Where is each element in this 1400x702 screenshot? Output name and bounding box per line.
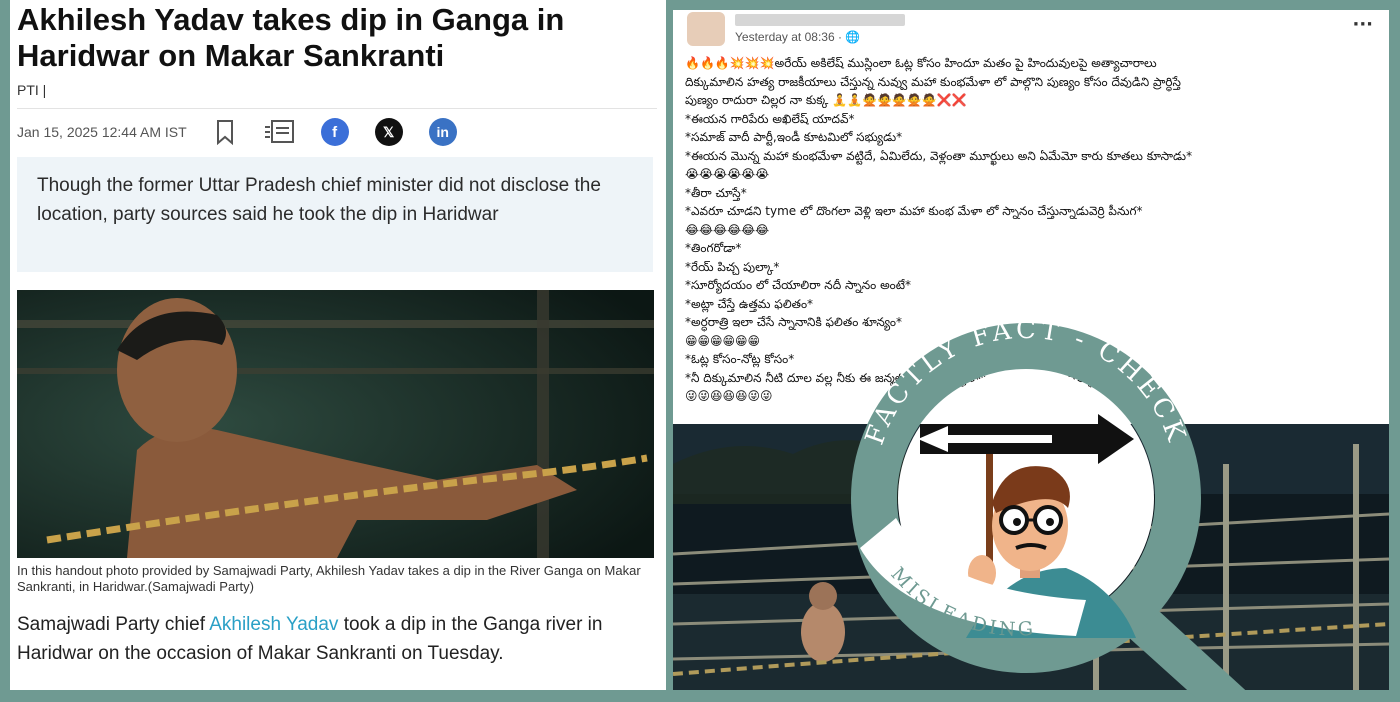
globe-icon: 🌐: [845, 30, 861, 44]
post-line: *రేయ్ పిచ్చ పుల్కా*: [685, 259, 780, 274]
post-line: *ఎవరూ చూడని tyme లో దొంగలా వెళ్లి ఇలా మహ…: [685, 204, 1143, 218]
photo-caption: In this handout photo provided by Samajw…: [17, 563, 641, 594]
post-timestamp[interactable]: Yesterday at 08:36 · 🌐: [735, 30, 860, 44]
post-line: *ఈయన మొన్న మహా కుంభమేళా వట్టిదే, ఏమిలేదు…: [685, 148, 1193, 163]
article-body: Samajwadi Party chief Akhilesh Yadav too…: [17, 610, 657, 668]
post-line: 🔥🔥🔥💥💥💥అరేయ్ అకిలేష్ ముస్లింలా ఓట్ల కోసం …: [685, 56, 1157, 70]
article-meta-bar: Jan 15, 2025 12:44 AM IST f 𝕏 in: [17, 118, 657, 146]
body-text: Samajwadi Party chief: [17, 614, 210, 635]
post-line: దిక్కుమాలిన హత్య రాజకీయాలు చేస్తున్న నువ…: [685, 74, 1181, 89]
article-photo: [17, 290, 654, 558]
post-line: *అట్లా చేస్తే ఉత్తమ ఫలితం*: [685, 296, 814, 311]
copy-icon[interactable]: [263, 119, 295, 145]
blurred-author-name: [735, 14, 905, 26]
post-line: *సమాజ్ వాదీ పార్టీ,ఇండీ కూటమిలో సభ్యుడు*: [685, 130, 903, 144]
more-options-button[interactable]: ···: [1352, 14, 1373, 35]
post-line: *తీరా చూస్తే*: [685, 185, 747, 200]
article-summary: Though the former Uttar Pradesh chief mi…: [17, 157, 653, 272]
person-link[interactable]: Akhilesh Yadav: [209, 614, 338, 635]
article-byline: PTI |: [17, 82, 47, 98]
divider: [17, 108, 657, 109]
post-line: *ఈయన గారిపేరు అఖిలేష్ యాదవ్*: [685, 111, 855, 126]
article-date: Jan 15, 2025 12:44 AM IST: [17, 124, 187, 140]
post-line: పుణ్యం రాదురా చిల్లర నా కుక్క 🧘🧘🙅🙅🙅🙅🙅❌❌: [685, 93, 967, 107]
post-line: 😭😭😭😭😭😭: [685, 167, 770, 181]
article-headline: Akhilesh Yadav takes dip in Ganga in Har…: [17, 2, 565, 73]
post-line: *సూర్యోదయం లో చేయాలిరా నదీ స్నానం అంటే*: [685, 278, 912, 292]
post-line: 😂😂😂😂😂😂: [685, 222, 770, 237]
fact-check-badge: FACTLY FACT - CHECK MISLEADING: [836, 315, 1256, 698]
x-icon[interactable]: 𝕏: [374, 118, 403, 146]
news-article-panel: Akhilesh Yadav takes dip in Ganga in Har…: [10, 0, 666, 690]
avatar[interactable]: [687, 12, 725, 46]
facebook-icon[interactable]: f: [320, 118, 349, 146]
bookmark-icon[interactable]: [213, 119, 237, 145]
post-line: *తింగరోడా*: [685, 241, 742, 255]
linkedin-icon[interactable]: in: [428, 118, 457, 146]
